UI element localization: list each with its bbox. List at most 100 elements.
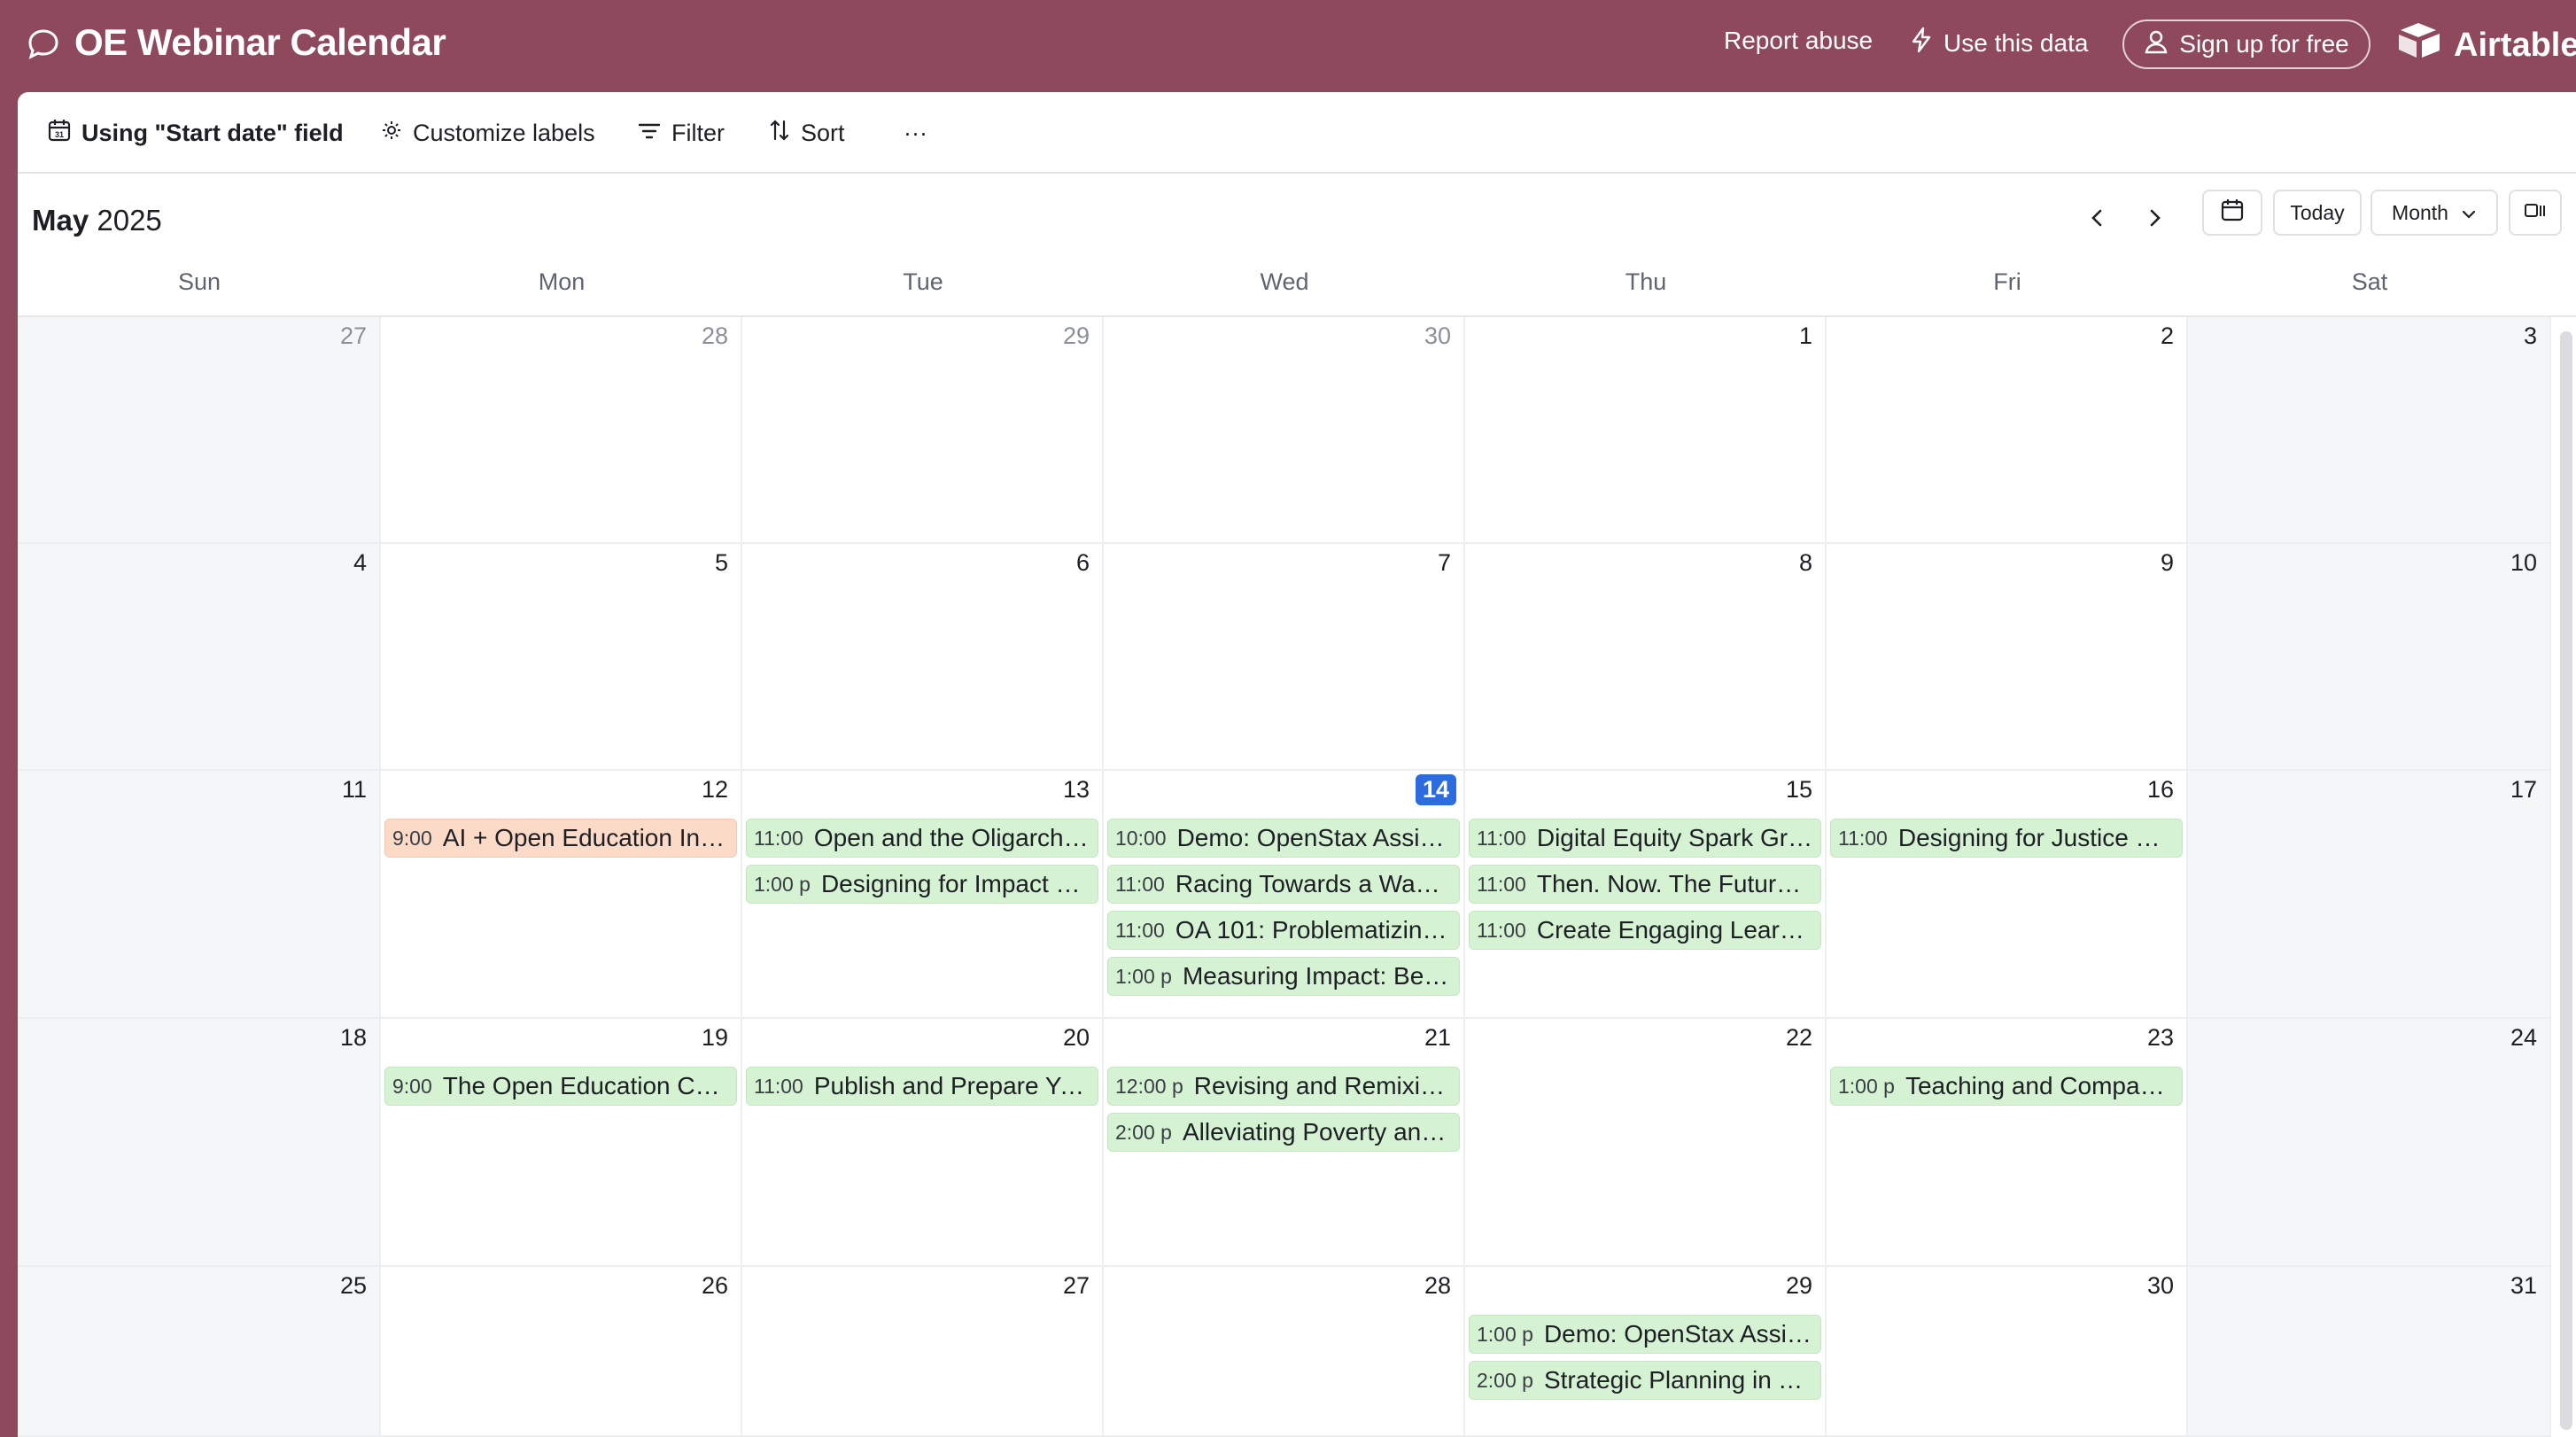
more-options-button[interactable]: ··· (904, 115, 927, 151)
event-title: Demo: OpenStax Assig... (1176, 824, 1452, 851)
event-title: Strategic Planning in Ti... (1543, 1366, 1813, 1394)
day-cell[interactable]: 1 (1465, 317, 1827, 544)
calendar-event[interactable]: 2:00 p Strategic Planning in Ti... (1469, 1361, 1821, 1400)
day-cell[interactable]: 14 10:00 Demo: OpenStax Assig... 11:00 Racin… (1104, 771, 1465, 1019)
sidebar-toggle-button[interactable] (2509, 190, 2562, 236)
next-month-button[interactable] (2135, 200, 2174, 239)
sort-label: Sort (801, 119, 845, 146)
calendar-event[interactable]: 10:00 Demo: OpenStax Assig... (1107, 819, 1460, 858)
calendar-event[interactable]: 11:00 Open and the Oligarchs... (746, 819, 1098, 858)
weekday-header: Sun (177, 268, 221, 295)
event-time: 11:00 (1115, 872, 1165, 896)
calendar-event[interactable]: 9:00 AI + Open Education Initi... (384, 819, 737, 858)
calendar-event[interactable]: 11:00 OA 101: Problematizing ... (1107, 911, 1460, 950)
date-picker-button[interactable] (2202, 190, 2262, 236)
filter-button[interactable]: Filter (638, 115, 725, 151)
day-cell[interactable]: 12 9:00 AI + Open Education Initi... (381, 771, 742, 1019)
use-this-data-button[interactable]: Use this data (1910, 27, 2088, 59)
calendar-event[interactable]: 11:00 Racing Towards a Wast... (1107, 865, 1460, 904)
day-cell[interactable]: 6 (742, 544, 1104, 771)
month-name: May (32, 204, 89, 237)
day-number: 11 (341, 776, 367, 803)
day-cell[interactable]: 19 9:00 The Open Education Ca... (381, 1019, 742, 1267)
calendar-event[interactable]: 1:00 p Teaching and Compani... (1830, 1067, 2183, 1106)
day-cell[interactable]: 5 (381, 544, 742, 771)
report-abuse-link[interactable]: Report abuse (1724, 27, 1873, 55)
calendar-event[interactable]: 11:00 Digital Equity Spark Gra... (1469, 819, 1821, 858)
view-mode-dropdown[interactable]: Month (2370, 190, 2498, 236)
day-cell[interactable]: 22 (1465, 1019, 1827, 1267)
calendar-event[interactable]: 12:00 p Revising and Remixing... (1107, 1067, 1460, 1106)
calendar-icon (2221, 198, 2244, 227)
day-number: 18 (339, 1024, 367, 1051)
day-cell[interactable]: 25 (18, 1267, 381, 1437)
day-cell[interactable]: 2 (1827, 317, 2188, 544)
month-title: May 2025 (32, 204, 162, 237)
calendar-event[interactable]: 11:00 Create Engaging Learni... (1469, 911, 1821, 950)
calendar-event[interactable]: 1:00 p Designing for Impact S... (746, 865, 1098, 904)
day-cell[interactable]: 20 11:00 Publish and Prepare Yo... (742, 1019, 1104, 1267)
day-cell[interactable]: 28 (381, 317, 742, 544)
day-cell[interactable]: 26 (381, 1267, 742, 1437)
day-cell[interactable]: 8 (1465, 544, 1827, 771)
event-title: Teaching and Compani... (1905, 1072, 2175, 1099)
day-number: 30 (2146, 1272, 2174, 1299)
day-cell[interactable]: 4 (18, 544, 381, 771)
day-cell[interactable]: 13 11:00 Open and the Oligarchs... 1:00 p De… (742, 771, 1104, 1019)
day-cell[interactable]: 28 (1104, 1267, 1465, 1437)
day-cell[interactable]: 24 (2188, 1019, 2551, 1267)
day-cell[interactable]: 30 (1827, 1267, 2188, 1437)
app-title: OE Webinar Calendar (74, 21, 446, 63)
day-cell[interactable]: 10 (2188, 544, 2551, 771)
event-time: 11:00 (1477, 918, 1526, 942)
day-cell[interactable]: 7 (1104, 544, 1465, 771)
day-cell[interactable]: 29 (742, 317, 1104, 544)
calendar-icon: 31 (48, 119, 71, 148)
day-number: 23 (2146, 1024, 2174, 1051)
event-title: AI + Open Education Initi... (442, 824, 729, 851)
today-button[interactable]: Today (2273, 190, 2362, 236)
weekday-header-row: Sun Mon Tue Wed Thu Fri Sat (18, 259, 2576, 317)
sort-button[interactable]: Sort (769, 115, 845, 151)
chevron-left-icon (2089, 207, 2107, 233)
bolt-icon (1910, 27, 1933, 59)
day-number: 10 (2510, 549, 2537, 576)
calendar-event[interactable]: 1:00 p Measuring Impact: Bey... (1107, 957, 1460, 996)
calendar-event[interactable]: 11:00 Publish and Prepare Yo... (746, 1067, 1098, 1106)
customize-labels-button[interactable]: Customize labels (381, 115, 595, 151)
day-cell[interactable]: 18 (18, 1019, 381, 1267)
day-number: 29 (1785, 1272, 1812, 1299)
calendar-event[interactable]: 1:00 p Demo: OpenStax Assig... (1469, 1315, 1821, 1354)
previous-month-button[interactable] (2078, 200, 2117, 239)
day-cell[interactable]: 21 12:00 p Revising and Remixing... 2:00 p A… (1104, 1019, 1465, 1267)
calendar-event[interactable]: 9:00 The Open Education Ca... (384, 1067, 737, 1106)
day-cell[interactable]: 11 (18, 771, 381, 1019)
airtable-logo[interactable]: Airtable (2397, 21, 2576, 69)
day-cell[interactable]: 27 (18, 317, 381, 544)
day-cell[interactable]: 3 (2188, 317, 2551, 544)
calendar-panel: 31 Using "Start date" field Customize la… (18, 92, 2576, 1437)
day-number: 5 (714, 549, 728, 576)
calendar-event[interactable]: 11:00 Then. Now. The Future: ... (1469, 865, 1821, 904)
day-cell[interactable]: 17 (2188, 771, 2551, 1019)
day-cell[interactable]: 31 (2188, 1267, 2551, 1437)
event-time: 1:00 p (1477, 1322, 1533, 1346)
day-cell[interactable]: 15 11:00 Digital Equity Spark Gra... 11:00 T… (1465, 771, 1827, 1019)
day-number: 3 (2523, 322, 2537, 349)
day-cell[interactable]: 9 (1827, 544, 2188, 771)
day-cell[interactable]: 27 (742, 1267, 1104, 1437)
calendar-event[interactable]: 11:00 Designing for Justice wi... (1830, 819, 2183, 858)
day-cell[interactable]: 30 (1104, 317, 1465, 544)
top-bar: OE Webinar Calendar Report abuse Use thi… (0, 0, 2576, 92)
weekday-header: Wed (1260, 268, 1309, 295)
event-title: OA 101: Problematizing ... (1175, 916, 1452, 944)
day-cell[interactable]: 23 1:00 p Teaching and Compani... (1827, 1019, 2188, 1267)
vertical-scrollbar[interactable] (2560, 331, 2572, 1430)
day-cell[interactable]: 29 1:00 p Demo: OpenStax Assig... 2:00 p Str… (1465, 1267, 1827, 1437)
sign-up-button[interactable]: Sign up for free (2122, 19, 2370, 69)
date-field-button[interactable]: 31 Using "Start date" field (48, 115, 344, 151)
event-time: 1:00 p (1838, 1074, 1895, 1098)
event-title: Then. Now. The Future: ... (1536, 870, 1813, 897)
day-cell[interactable]: 16 11:00 Designing for Justice wi... (1827, 771, 2188, 1019)
calendar-event[interactable]: 2:00 p Alleviating Poverty and ... (1107, 1113, 1460, 1152)
